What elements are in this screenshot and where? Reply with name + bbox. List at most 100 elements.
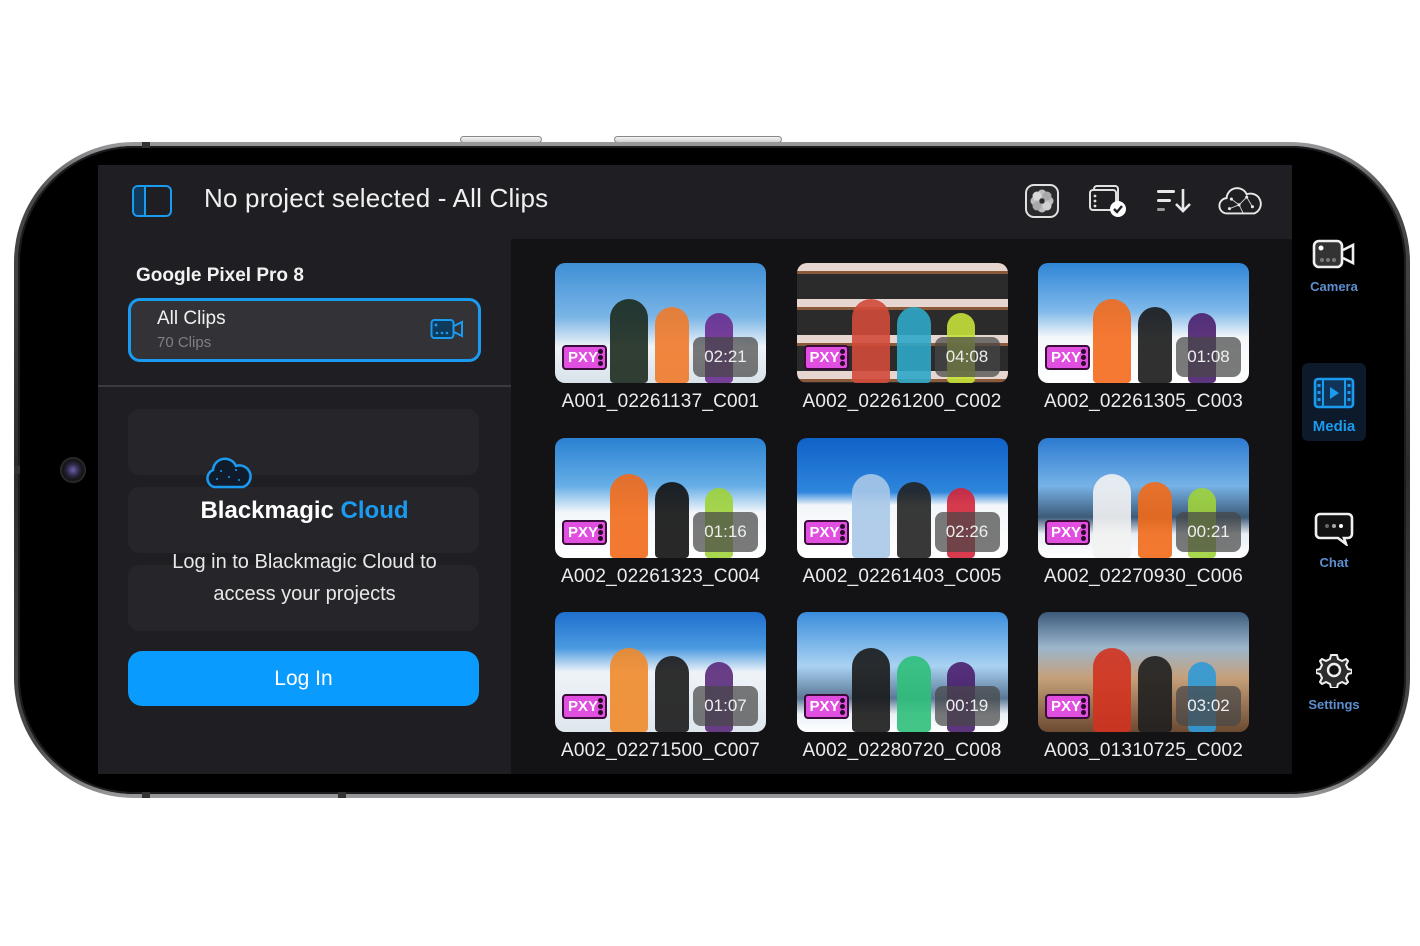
panel-divider	[98, 385, 511, 387]
proxy-badge-label: PXY	[568, 523, 599, 541]
proxy-badge: PXY	[562, 694, 607, 719]
placeholder-card	[128, 409, 479, 475]
proxy-badge: PXY	[1045, 345, 1090, 370]
clip-tile[interactable]: PXY 00:19 A002_02280720_C008	[796, 612, 1008, 762]
select-media-button[interactable]	[1086, 181, 1130, 221]
clip-name: A002_02261403_C005	[802, 565, 1002, 587]
clip-tile[interactable]: PXY 02:26 A002_02261403_C005	[796, 437, 1008, 588]
thumbnail-figure	[1093, 648, 1131, 732]
brand-accent: Cloud	[340, 497, 409, 524]
clip-thumbnail: PXY 00:19	[796, 612, 1008, 732]
clip-name: A002_02271500_C007	[560, 740, 761, 761]
proxy-badge: PXY	[562, 345, 607, 370]
clip-duration: 00:21	[1176, 511, 1241, 552]
thumbnail-figure	[610, 299, 648, 383]
clip-thumbnail: PXY 03:02	[1038, 612, 1249, 732]
proxy-badge-label: PXY	[568, 349, 599, 366]
page-title: No project selected - All Clips	[204, 183, 549, 213]
proxy-badge: PXY	[1045, 519, 1090, 545]
thumbnail-figure	[1138, 656, 1172, 732]
proxy-badge-label: PXY	[1051, 349, 1082, 366]
sort-icon	[1157, 189, 1191, 213]
nav-settings[interactable]: Settings	[1302, 652, 1366, 714]
proxy-badge: PXY	[803, 345, 849, 370]
camera-icon	[1312, 239, 1355, 269]
thumbnail-figure	[896, 481, 931, 558]
clip-tile[interactable]: PXY 01:08 A002_02261305_C003	[1038, 263, 1249, 413]
film-holes-icon	[1081, 349, 1086, 366]
clip-tile[interactable]: PXY 01:07 A002_02271500_C007	[555, 612, 766, 762]
clip-name: A001_02261137_C001	[561, 391, 760, 412]
login-message: Log in to Blackmagic Cloud to access you…	[172, 551, 437, 605]
nav-media[interactable]: Media	[1302, 363, 1366, 441]
cloud-network-icon	[1218, 187, 1262, 215]
all-clips-item[interactable]: All Clips 70 Clips	[128, 298, 481, 362]
clip-duration: 01:07	[693, 686, 758, 726]
thumbnail-figure	[655, 307, 689, 383]
proxy-badge-label: PXY	[1051, 698, 1082, 715]
proxy-badge: PXY	[803, 694, 849, 719]
clip-tile[interactable]: PXY 00:21 A002_02270930_C006	[1038, 437, 1249, 588]
nav-camera-label: Camera	[1310, 279, 1358, 294]
photos-button[interactable]	[1020, 181, 1064, 221]
proxy-badge-label: PXY	[568, 698, 599, 715]
clip-duration: 01:08	[1176, 337, 1241, 377]
brand-primary: Blackmagic	[200, 497, 334, 524]
clip-tile[interactable]: PXY 04:08 A002_02261200_C002	[796, 263, 1008, 413]
thumbnail-figure	[851, 648, 890, 732]
blackmagic-cloud-title: Blackmagic Cloud	[98, 497, 511, 525]
thumbnail-figure	[1093, 473, 1131, 558]
film-holes-icon	[1081, 698, 1086, 715]
blackmagic-cloud-logo-icon	[206, 457, 252, 489]
proxy-badge-label: PXY	[1051, 523, 1082, 541]
login-button[interactable]: Log In	[128, 651, 479, 706]
nav-camera[interactable]: Camera	[1302, 238, 1366, 300]
thumbnail-figure	[610, 473, 648, 558]
proxy-badge: PXY	[562, 519, 607, 545]
film-holes-icon	[839, 523, 845, 541]
clip-name: A003_01310725_C002	[1043, 740, 1244, 761]
clip-thumbnail: PXY 04:08	[796, 263, 1008, 383]
clip-duration: 02:21	[693, 337, 758, 377]
proxy-badge-label: PXY	[809, 698, 840, 715]
media-check-icon	[1089, 185, 1126, 217]
film-holes-icon	[839, 349, 845, 366]
clip-duration: 00:19	[934, 686, 1000, 726]
media-icon	[1313, 377, 1355, 409]
film-holes-icon	[839, 698, 845, 715]
proxy-badge: PXY	[1045, 694, 1090, 719]
clip-thumbnail: PXY 01:08	[1038, 263, 1249, 383]
cloud-button[interactable]	[1218, 181, 1262, 221]
left-panel: Google Pixel Pro 8 All Clips 70 Clips Bl…	[98, 239, 511, 774]
clip-thumbnail: PXY 01:16	[555, 437, 766, 558]
antenna-line	[142, 142, 150, 148]
film-holes-icon	[598, 523, 603, 541]
film-holes-icon	[1081, 523, 1086, 541]
thumbnail-figure	[1138, 307, 1172, 383]
app-screen: No project selected - All Clips Google P…	[98, 165, 1292, 774]
clip-tile[interactable]: PXY 01:16 A002_02261323_C004	[555, 437, 766, 588]
all-clips-count: 70 Clips	[157, 334, 212, 351]
sidebar-toggle-button[interactable]	[132, 185, 172, 217]
thumbnail-figure	[610, 648, 648, 732]
nav-chat[interactable]: Chat	[1302, 512, 1366, 572]
clip-thumbnail: PXY 02:26	[796, 437, 1008, 558]
thumbnail-figure	[851, 299, 890, 383]
thumbnail-figure	[896, 307, 931, 383]
photos-icon	[1025, 184, 1059, 218]
clip-duration: 04:08	[934, 337, 1000, 377]
nav-settings-label: Settings	[1308, 697, 1360, 712]
video-camera-icon	[430, 319, 463, 339]
antenna-line	[142, 792, 150, 798]
top-bar: No project selected - All Clips	[98, 165, 1292, 239]
clip-name: A002_02261323_C004	[560, 565, 761, 587]
clip-tile[interactable]: PXY 03:02 A003_01310725_C002	[1038, 612, 1249, 762]
sort-button[interactable]	[1152, 181, 1196, 221]
clip-thumbnail: PXY 01:07	[555, 612, 766, 732]
clip-tile[interactable]: PXY 02:21 A001_02261137_C001	[555, 263, 766, 413]
clip-thumbnail: PXY 00:21	[1038, 437, 1249, 558]
thumbnail-figure	[896, 656, 931, 732]
thumbnail-figure	[851, 473, 890, 558]
clip-duration: 03:02	[1176, 686, 1241, 726]
device-name: Google Pixel Pro 8	[136, 265, 304, 286]
